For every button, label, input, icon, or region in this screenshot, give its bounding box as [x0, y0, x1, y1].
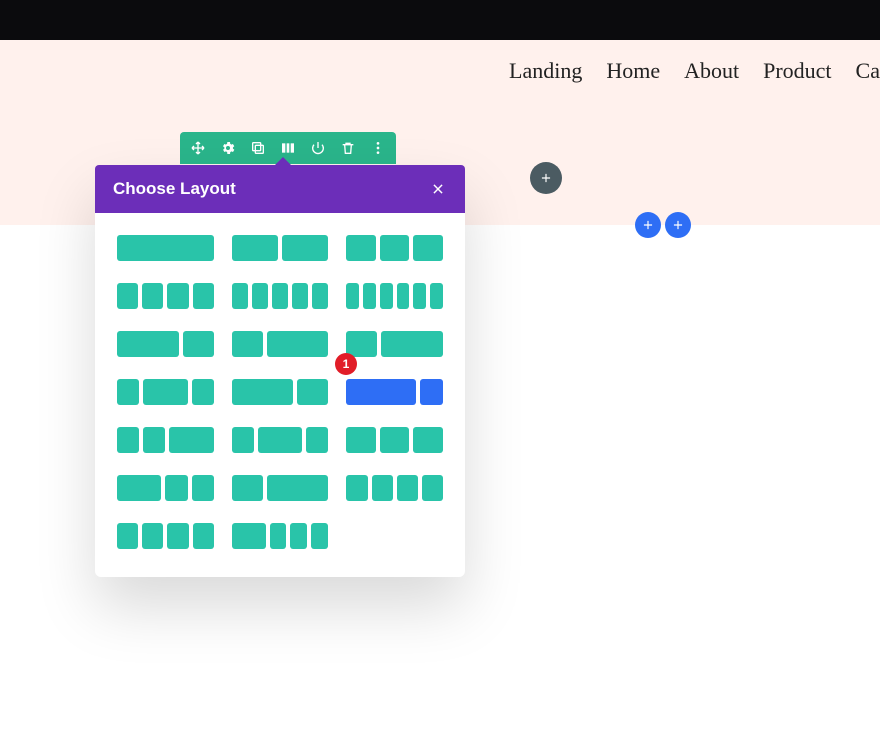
layout-option-1-2[interactable] [232, 331, 329, 357]
modal-close-button[interactable] [429, 180, 447, 198]
annotation-marker-1: 1 [335, 353, 357, 375]
add-section-button[interactable] [530, 162, 562, 194]
nav-link-about[interactable]: About [684, 58, 739, 84]
layout-option-1-2-1b[interactable] [232, 427, 329, 453]
annotation-number: 1 [343, 357, 350, 371]
top-bar [0, 0, 880, 40]
layout-option-1-1-1-1b[interactable] [346, 475, 443, 501]
layout-option-1-1-1-1[interactable] [117, 283, 214, 309]
modal-title: Choose Layout [113, 179, 236, 199]
layout-option-1-2-1[interactable] [117, 379, 214, 405]
main-nav: Landing Home About Product Ca [509, 58, 880, 84]
nav-link-more[interactable]: Ca [856, 58, 880, 84]
layout-option-1-1-1-1c[interactable] [117, 523, 214, 549]
layout-option-3-1[interactable] [346, 379, 443, 405]
plus-icon [641, 218, 655, 232]
layout-option-5eq[interactable] [232, 283, 329, 309]
plus-icon [539, 171, 553, 185]
layout-grid [117, 235, 443, 549]
layout-option-2-1b[interactable] [232, 379, 329, 405]
move-icon[interactable] [190, 140, 206, 156]
layout-option-1-1-2[interactable] [117, 427, 214, 453]
nav-link-product[interactable]: Product [763, 58, 831, 84]
duplicate-icon[interactable] [250, 140, 266, 156]
choose-layout-modal: Choose Layout 1 [95, 165, 465, 577]
power-icon[interactable] [310, 140, 326, 156]
layout-option-1[interactable] [117, 235, 214, 261]
add-module-button-2[interactable] [665, 212, 691, 238]
layout-option-2-1-1[interactable] [117, 475, 214, 501]
modal-header: Choose Layout [95, 165, 465, 213]
layout-option-1-2c[interactable] [232, 475, 329, 501]
layout-option-1-1-1b[interactable] [346, 427, 443, 453]
layout-option-1-2-alt[interactable] [346, 331, 443, 357]
add-module-button-1[interactable] [635, 212, 661, 238]
gear-icon[interactable] [220, 140, 236, 156]
layout-option-1-1-1[interactable] [346, 235, 443, 261]
close-icon [431, 182, 445, 196]
columns-icon[interactable] [280, 140, 296, 156]
nav-link-landing[interactable]: Landing [509, 58, 582, 84]
plus-icon [671, 218, 685, 232]
layout-option-1-1[interactable] [232, 235, 329, 261]
layout-option-2-1[interactable] [117, 331, 214, 357]
layout-option-6eq[interactable] [346, 283, 443, 309]
dots-vertical-icon[interactable] [370, 140, 386, 156]
nav-link-home[interactable]: Home [606, 58, 660, 84]
trash-icon[interactable] [340, 140, 356, 156]
layout-option-2-1-1-1[interactable] [232, 523, 329, 549]
